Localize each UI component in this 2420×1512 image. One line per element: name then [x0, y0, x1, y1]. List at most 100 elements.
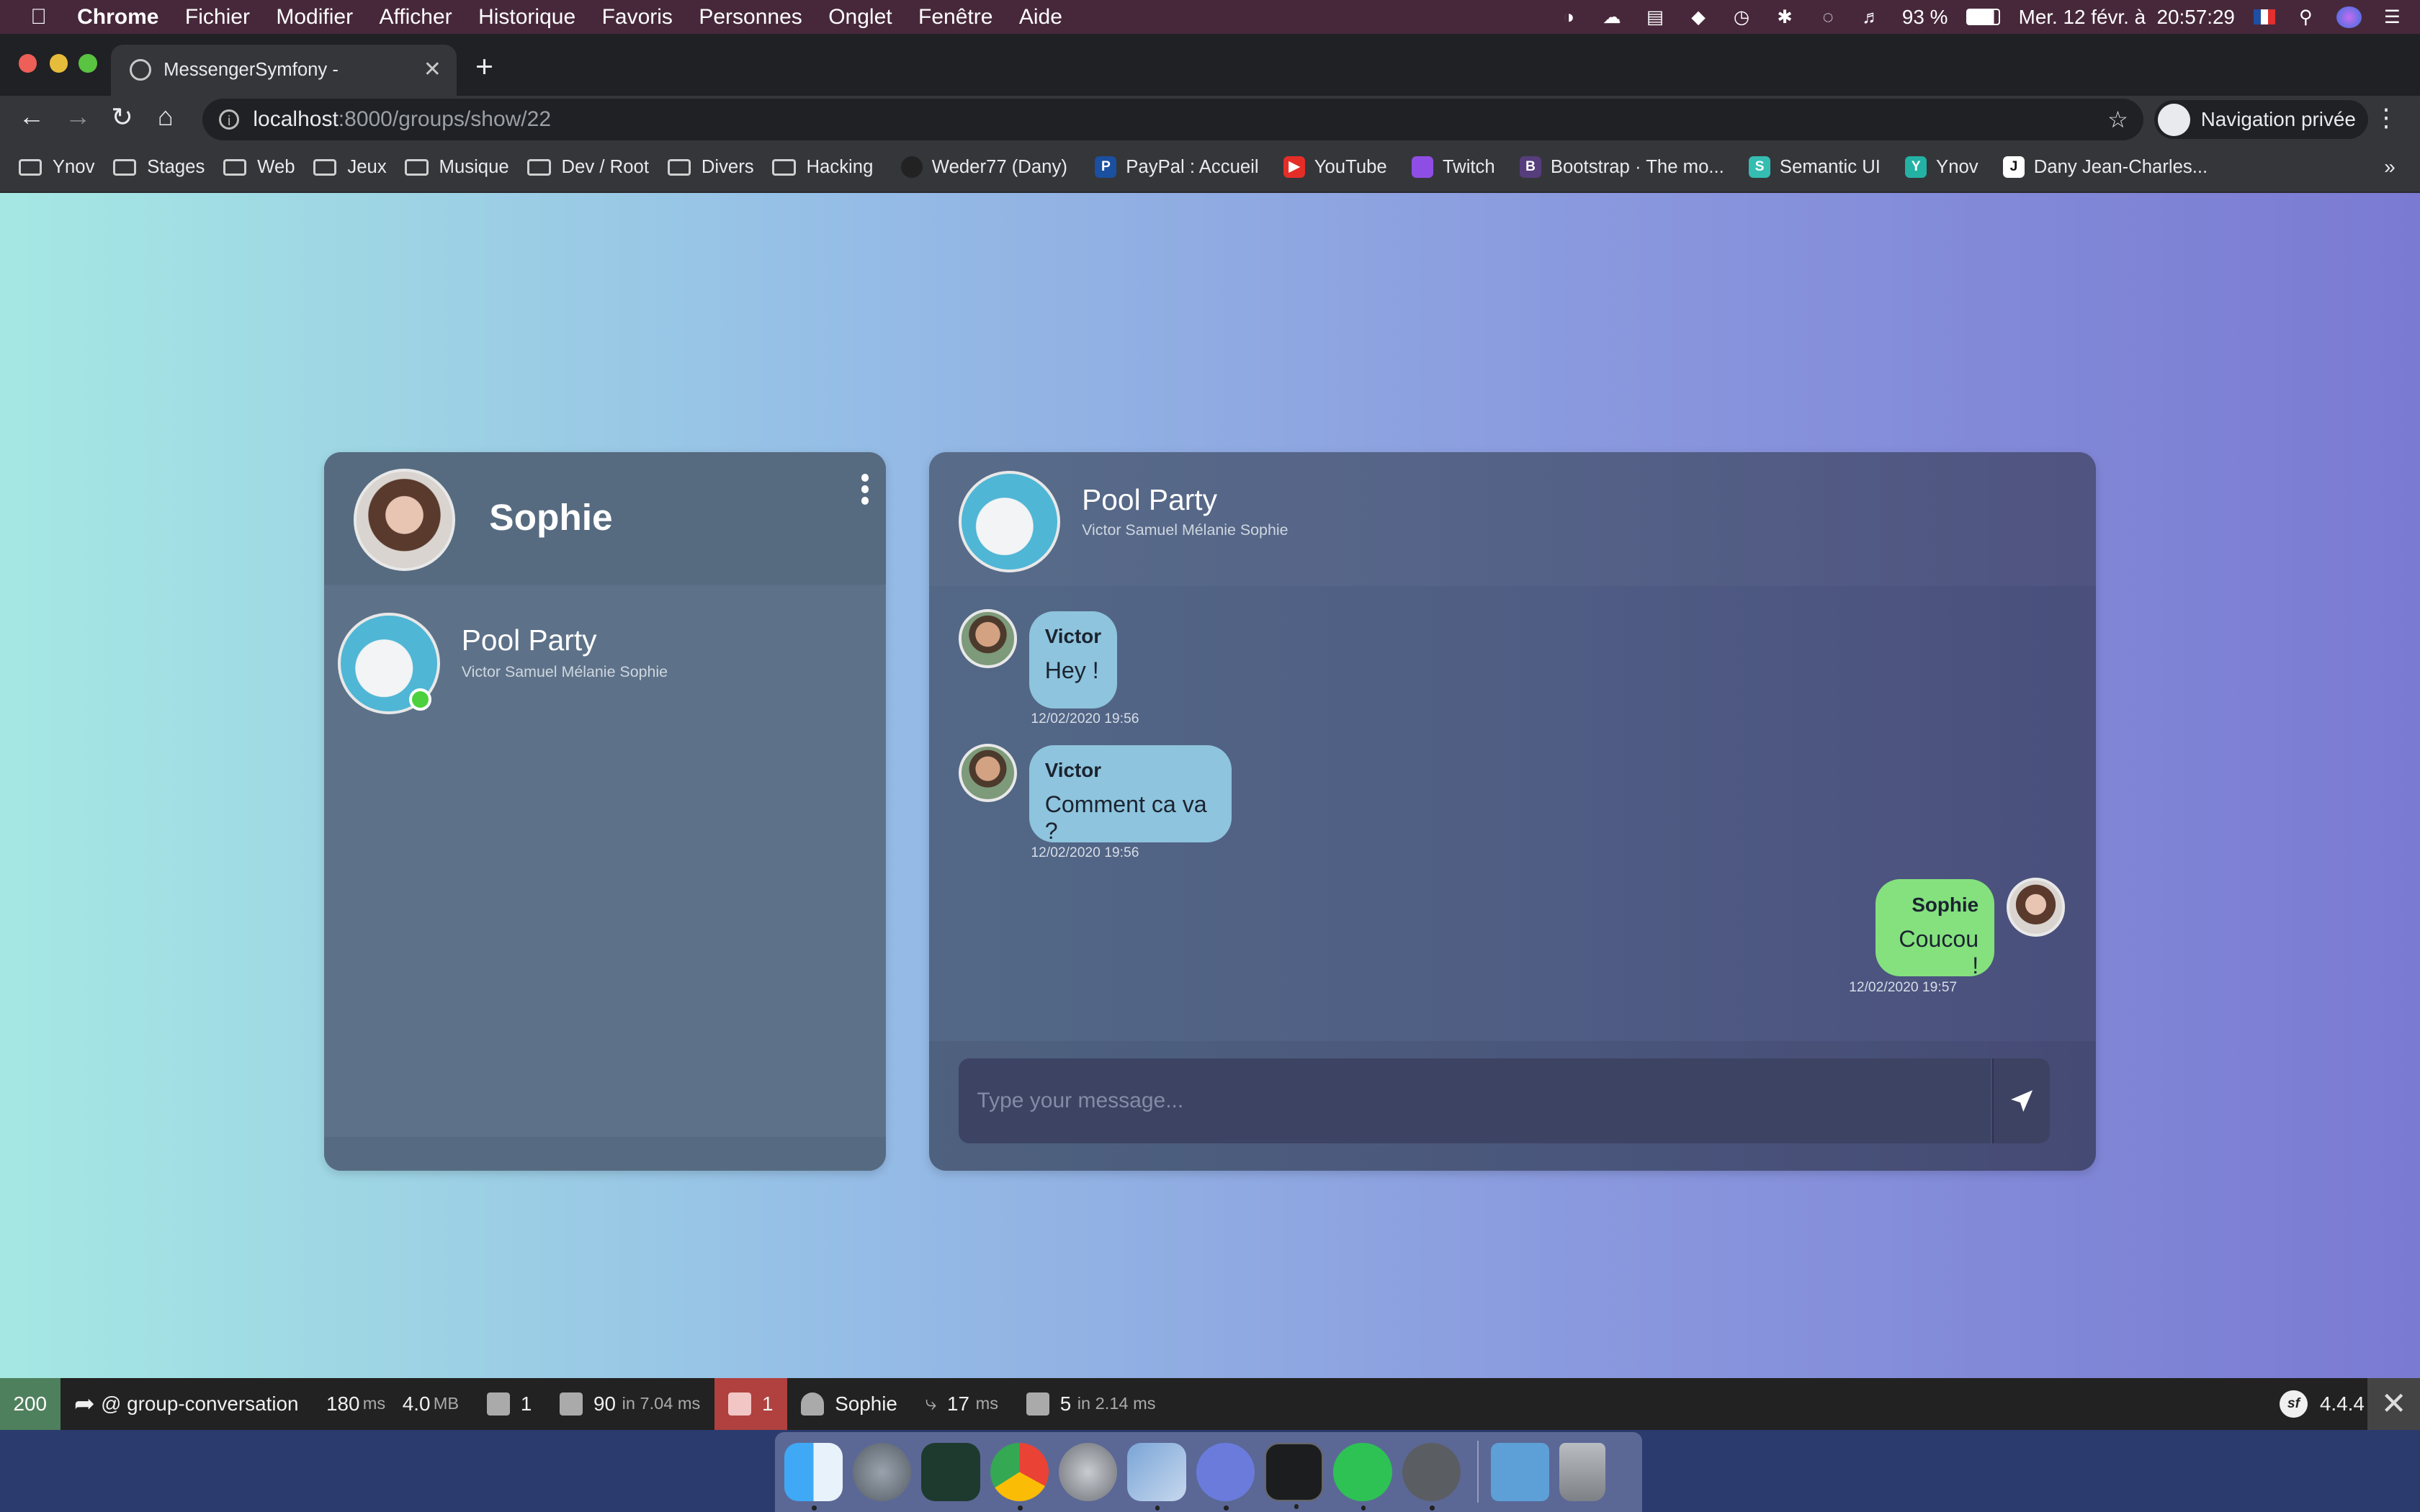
bookmark-ynov[interactable]: Y Ynov	[1905, 156, 1978, 179]
home-icon[interactable]: ⌂	[158, 102, 174, 132]
message-input[interactable]	[958, 1058, 1991, 1143]
active-tab[interactable]: MessengerSymfony - ✕	[111, 45, 457, 96]
postgres-icon[interactable]: ◑	[1556, 6, 1581, 28]
siri-icon[interactable]	[2336, 6, 2362, 28]
bookmark-paypal[interactable]: P PayPal : Accueil	[1095, 156, 1259, 179]
form-icon	[486, 1392, 510, 1416]
bookmark-label: Dev / Root	[561, 156, 649, 177]
system-preferences-icon[interactable]	[1058, 1442, 1118, 1501]
tableplus-icon[interactable]	[1402, 1442, 1461, 1511]
flag-fr-icon[interactable]	[2253, 9, 2275, 25]
mail-icon[interactable]	[1127, 1442, 1186, 1511]
battery-icon[interactable]	[1966, 8, 2000, 26]
forward-arrow-icon[interactable]: →	[65, 102, 91, 132]
volume-icon[interactable]: ♬	[1859, 6, 1883, 28]
bookmark-dev-root-folder[interactable]: Dev / Root	[527, 157, 649, 178]
menu-fenetre[interactable]: Fenêtre	[918, 5, 992, 30]
dashlane-icon[interactable]	[921, 1442, 980, 1501]
maximize-window-button[interactable]	[79, 53, 97, 73]
bookmark-semantic-ui[interactable]: S Semantic UI	[1749, 156, 1881, 179]
events-panel[interactable]: ⤷ 17 ms	[911, 1378, 1012, 1431]
trash-icon[interactable]	[1559, 1442, 1606, 1501]
apple-menu-icon[interactable]: 	[0, 5, 77, 30]
downloads-folder-icon[interactable]	[1490, 1442, 1550, 1501]
menu-chrome[interactable]: Chrome	[77, 5, 158, 30]
bookmark-web-folder[interactable]: Web	[223, 157, 295, 178]
online-status-indicator	[408, 688, 432, 711]
twig-panel[interactable]: 90 in 7.04 ms	[546, 1378, 714, 1431]
memory-panel[interactable]: 4.0 MB	[400, 1378, 473, 1431]
http-status-badge[interactable]: 200	[0, 1377, 60, 1431]
close-toolbar-icon[interactable]: ✕	[2367, 1377, 2420, 1431]
bookmark-ynov-folder[interactable]: Ynov	[18, 157, 94, 178]
spotlight-search-icon[interactable]: ⚲	[2293, 6, 2318, 28]
logs-panel[interactable]: 1	[714, 1377, 787, 1431]
symfony-version-panel[interactable]: sf 4.4.4	[2280, 1378, 2365, 1431]
whatsapp-icon[interactable]	[1333, 1442, 1392, 1511]
finder-icon[interactable]	[784, 1442, 843, 1511]
address-bar[interactable]: i localhost :8000/groups/show/22 ☆	[202, 99, 2144, 140]
security-panel[interactable]: Sophie	[787, 1378, 911, 1431]
docker-icon[interactable]: ▤	[1643, 6, 1667, 28]
bookmark-divers-folder[interactable]: Divers	[667, 157, 754, 178]
bookmark-jeux-folder[interactable]: Jeux	[313, 157, 387, 178]
folder-icon	[667, 158, 691, 176]
bookmark-stages-folder[interactable]: Stages	[113, 157, 205, 178]
site-info-icon[interactable]: i	[219, 109, 240, 130]
cloud-icon[interactable]: ☁	[1600, 6, 1624, 28]
incognito-label: Navigation privée	[2200, 108, 2356, 131]
send-button[interactable]	[1992, 1058, 2050, 1143]
back-arrow-icon[interactable]: ←	[19, 102, 45, 132]
message-text: Comment ca va ?	[1044, 791, 1207, 845]
close-tab-icon[interactable]: ✕	[424, 57, 442, 82]
discord-icon[interactable]	[1196, 1442, 1255, 1511]
conversations-panel: Sophie Pool Party Victor Samuel Mélanie …	[324, 451, 886, 1171]
incognito-indicator[interactable]: Navigation privée	[2154, 100, 2368, 139]
notification-center-icon[interactable]: ☰	[2380, 6, 2404, 28]
bookmark-hacking-folder[interactable]: Hacking	[772, 157, 873, 178]
bookmark-github[interactable]: Weder77 (Dany)	[900, 156, 1067, 179]
terminal-icon[interactable]	[1264, 1442, 1324, 1509]
menu-favoris[interactable]: Favoris	[602, 5, 673, 30]
bookmark-youtube[interactable]: ▶ YouTube	[1283, 156, 1387, 179]
time-panel[interactable]: 180 ms	[313, 1378, 400, 1431]
more-bookmarks-button[interactable]: »	[2384, 156, 2396, 179]
menu-fichier[interactable]: Fichier	[185, 5, 250, 30]
folder-icon	[405, 158, 429, 176]
menu-afficher[interactable]: Afficher	[379, 5, 452, 30]
clock[interactable]: Mer. 12 févr. à 20:57:29	[2019, 6, 2235, 29]
bookmark-star-icon[interactable]: ☆	[2107, 106, 2128, 133]
twig-value: 90	[593, 1392, 617, 1415]
bookmark-twitch[interactable]: Twitch	[1412, 156, 1495, 179]
close-window-button[interactable]	[18, 53, 37, 73]
bookmark-bootstrap[interactable]: B Bootstrap · The mo...	[1519, 156, 1724, 179]
reload-icon[interactable]: ↻	[111, 102, 133, 132]
route-panel[interactable]: ➦ @ group-conversation	[60, 1378, 313, 1431]
bookmark-dany-jean-charles[interactable]: J Dany Jean-Charles...	[2002, 156, 2208, 179]
conversation-item-pool-party[interactable]: Pool Party Victor Samuel Mélanie Sophie	[324, 606, 886, 717]
launchpad-icon[interactable]	[852, 1442, 912, 1501]
new-tab-button[interactable]: +	[475, 50, 493, 85]
menu-bar-status-area: ◑ ☁ ▤ ◆ ◷ ✱ ◌ ♬ 93 % Mer. 12 févr. à 20:…	[1556, 0, 2405, 34]
menu-onglet[interactable]: Onglet	[828, 5, 892, 30]
folder-icon	[113, 158, 137, 176]
forms-panel[interactable]: 1	[472, 1378, 545, 1431]
current-user-name: Sophie	[489, 495, 613, 538]
database-panel[interactable]: 5 in 2.14 ms	[1012, 1378, 1169, 1431]
time-machine-icon[interactable]: ◷	[1729, 6, 1754, 28]
menu-personnes[interactable]: Personnes	[699, 5, 802, 30]
chrome-menu-icon[interactable]: ⋮	[2374, 104, 2398, 132]
bookmark-label: Musique	[439, 156, 509, 177]
user-avatar[interactable]	[353, 469, 456, 571]
chat-members: Victor Samuel Mélanie Sophie	[1082, 521, 1289, 539]
options-menu-icon[interactable]	[861, 473, 869, 508]
menu-historique[interactable]: Historique	[478, 5, 575, 30]
wifi-icon[interactable]: ◌	[1816, 6, 1840, 28]
chrome-icon[interactable]	[990, 1442, 1049, 1511]
bluetooth-icon[interactable]: ✱	[1773, 6, 1797, 28]
dropbox-icon[interactable]: ◆	[1686, 6, 1711, 28]
bookmark-musique-folder[interactable]: Musique	[405, 156, 509, 178]
menu-aide[interactable]: Aide	[1019, 5, 1062, 30]
minimize-window-button[interactable]	[49, 53, 68, 73]
menu-modifier[interactable]: Modifier	[276, 5, 353, 30]
